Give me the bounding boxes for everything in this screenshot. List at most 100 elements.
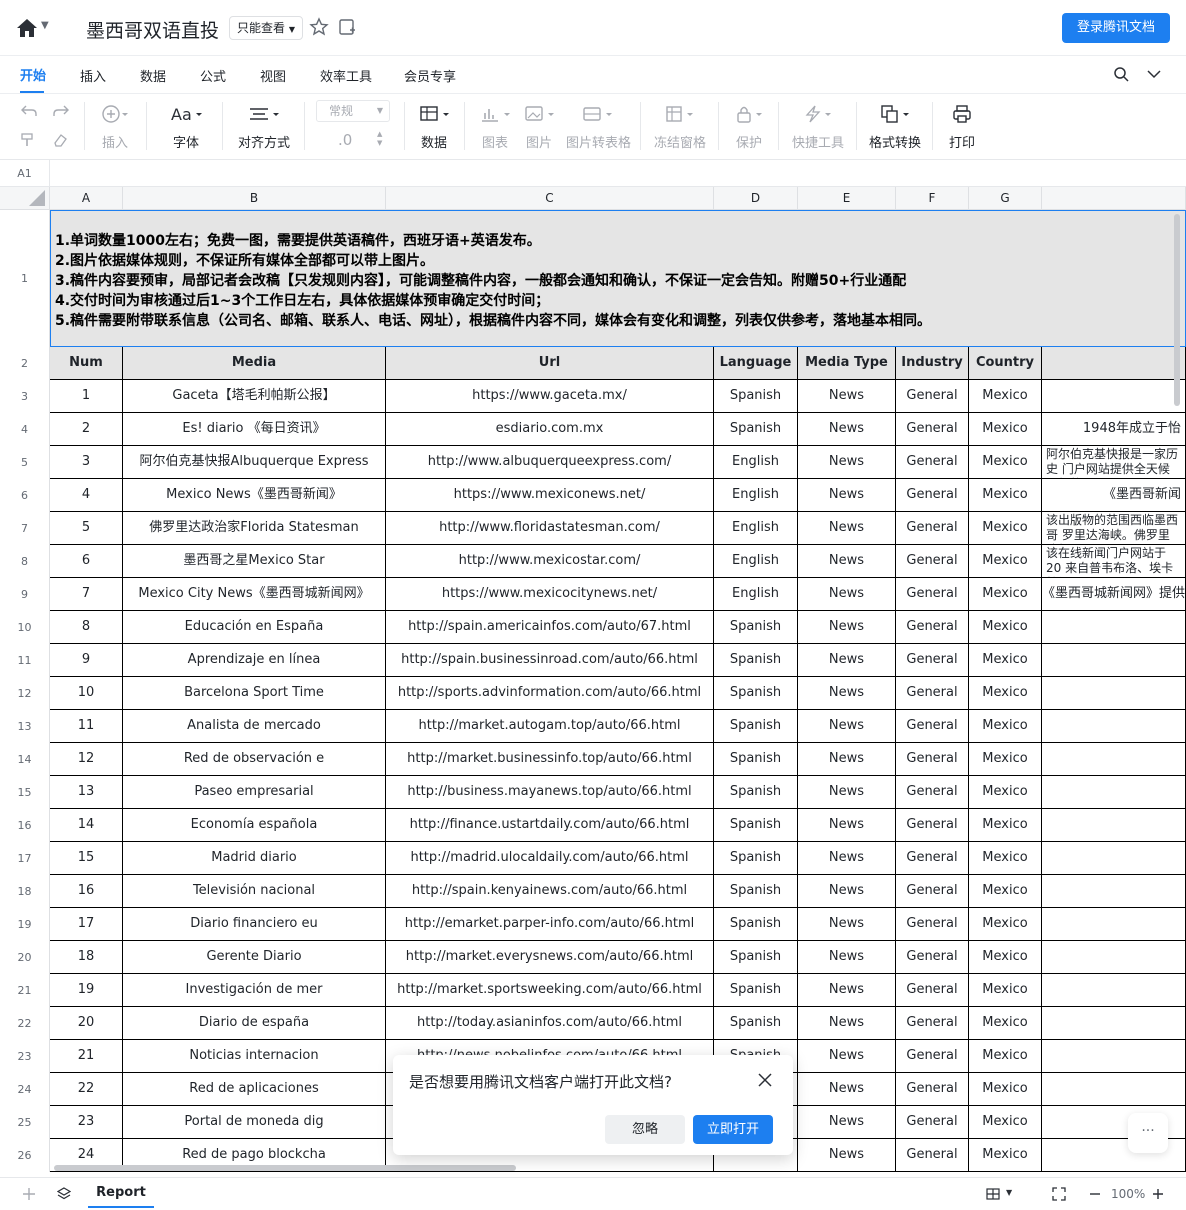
table-cell-description[interactable] [1042,974,1186,1007]
row-header[interactable]: 17 [0,842,50,875]
table-cell-industry[interactable]: General [896,809,969,842]
row-header[interactable]: 4 [0,413,50,446]
table-cell-media[interactable]: Es! diario 《每日资讯》 [123,413,386,446]
table-cell-url[interactable]: esdiario.com.mx [386,413,714,446]
table-cell-num[interactable]: 13 [50,776,123,809]
table-cell-num[interactable]: 10 [50,677,123,710]
chevron-down-icon[interactable]: ▼ [1006,1188,1012,1197]
table-cell-media[interactable]: Diario de españa [123,1007,386,1040]
row-header[interactable]: 24 [0,1073,50,1106]
table-cell-industry[interactable]: General [896,380,969,413]
table-cell-num[interactable]: 9 [50,644,123,677]
row-header[interactable]: 23 [0,1040,50,1073]
fullscreen-icon[interactable] [1052,1187,1066,1201]
table-cell-url[interactable]: http://spain.kenyainews.com/auto/66.html [386,875,714,908]
row-header[interactable]: 26 [0,1139,50,1172]
table-cell-url[interactable]: http://market.businessinfo.top/auto/66.h… [386,743,714,776]
table-cell-media[interactable]: Red de aplicaciones [123,1073,386,1106]
table-cell-type[interactable]: News [798,578,896,611]
table-cell-industry[interactable]: General [896,743,969,776]
table-cell-country[interactable]: Mexico [969,1007,1042,1040]
table-cell-url[interactable]: http://spain.businessinroad.com/auto/66.… [386,644,714,677]
table-cell-industry[interactable]: General [896,1040,969,1073]
table-cell-media[interactable]: Investigación de mer [123,974,386,1007]
column-header[interactable]: B [123,187,386,210]
table-cell-lang[interactable]: Spanish [714,677,798,710]
table-cell-type[interactable]: News [798,1073,896,1106]
table-cell-country[interactable]: Mexico [969,611,1042,644]
table-cell-lang[interactable]: Spanish [714,875,798,908]
row-header[interactable]: 12 [0,677,50,710]
table-cell-num[interactable]: 14 [50,809,123,842]
table-cell-url[interactable]: http://sports.advinformation.com/auto/66… [386,677,714,710]
table-cell-industry[interactable]: General [896,512,969,545]
table-cell-media[interactable]: Barcelona Sport Time [123,677,386,710]
table-cell-num[interactable]: 16 [50,875,123,908]
row-header[interactable]: 16 [0,809,50,842]
table-cell-type[interactable]: News [798,413,896,446]
table-cell-media[interactable]: Paseo empresarial [123,776,386,809]
table-cell-num[interactable]: 23 [50,1106,123,1139]
table-cell-media[interactable]: Educación en España [123,611,386,644]
table-cell-media[interactable]: Red de observación e [123,743,386,776]
add-sheet-icon[interactable] [22,1187,36,1201]
column-header[interactable]: C [386,187,714,210]
table-cell-media[interactable]: Mexico News《墨西哥新闻》 [123,479,386,512]
decimal-stepper-icon[interactable]: ▲ ▼ [377,130,382,148]
row-header[interactable]: 15 [0,776,50,809]
table-cell-country[interactable]: Mexico [969,545,1042,578]
tab-formula[interactable]: 公式 [200,66,226,85]
table-cell-industry[interactable]: General [896,446,969,479]
ignore-button[interactable]: 忽略 [605,1115,685,1144]
row-header[interactable]: 22 [0,1007,50,1040]
table-header-cell[interactable] [1042,347,1186,380]
table-cell-country[interactable]: Mexico [969,1139,1042,1172]
row-header[interactable]: 25 [0,1106,50,1139]
redo-icon[interactable] [52,104,70,118]
open-now-button[interactable]: 立即打开 [693,1115,773,1144]
table-header-cell[interactable]: Num [50,347,123,380]
cell-reference[interactable]: A1 [0,160,50,187]
column-header[interactable]: G [969,187,1042,210]
table-cell-type[interactable]: News [798,479,896,512]
table-header-cell[interactable]: Industry [896,347,969,380]
row-header[interactable]: 18 [0,875,50,908]
table-cell-industry[interactable]: General [896,941,969,974]
table-cell-url[interactable]: https://www.mexiconews.net/ [386,479,714,512]
table-header-cell[interactable]: Language [714,347,798,380]
insert-button[interactable]: 插入 [94,94,136,160]
table-cell-num[interactable]: 11 [50,710,123,743]
table-cell-country[interactable]: Mexico [969,1040,1042,1073]
table-cell-industry[interactable]: General [896,545,969,578]
table-cell-num[interactable]: 6 [50,545,123,578]
table-cell-type[interactable]: News [798,1007,896,1040]
table-cell-country[interactable]: Mexico [969,875,1042,908]
table-cell-industry[interactable]: General [896,479,969,512]
table-cell-lang[interactable]: Spanish [714,908,798,941]
table-cell-country[interactable]: Mexico [969,776,1042,809]
table-cell-description[interactable]: 《墨西哥新闻 [1042,479,1186,512]
align-button[interactable]: 对齐方式 [234,94,294,160]
table-cell-description[interactable] [1042,380,1186,413]
table-cell-type[interactable]: News [798,1106,896,1139]
table-cell-type[interactable]: News [798,743,896,776]
table-cell-media[interactable]: Gerente Diario [123,941,386,974]
row-header[interactable]: 2 [0,347,50,380]
table-cell-url[interactable]: http://today.asianinfos.com/auto/66.html [386,1007,714,1040]
table-cell-country[interactable]: Mexico [969,1073,1042,1106]
table-cell-country[interactable]: Mexico [969,413,1042,446]
table-cell-media[interactable]: Noticias internacion [123,1040,386,1073]
table-cell-industry[interactable]: General [896,1139,969,1172]
table-cell-country[interactable]: Mexico [969,842,1042,875]
table-cell-description[interactable] [1042,710,1186,743]
row-header[interactable]: 14 [0,743,50,776]
table-cell-url[interactable]: https://www.gaceta.mx/ [386,380,714,413]
table-cell-media[interactable]: Economía española [123,809,386,842]
table-cell-type[interactable]: News [798,446,896,479]
table-cell-description[interactable]: 《墨西哥城新闻网》提供墨 [1042,578,1186,611]
table-cell-description[interactable] [1042,908,1186,941]
table-cell-description[interactable]: 该出版物的范围西临墨西哥 罗里达海峡。佛罗里达新闻 [1042,512,1186,545]
table-cell-description[interactable] [1042,644,1186,677]
table-cell-country[interactable]: Mexico [969,644,1042,677]
table-cell-url[interactable]: http://market.sportsweeking.com/auto/66.… [386,974,714,1007]
